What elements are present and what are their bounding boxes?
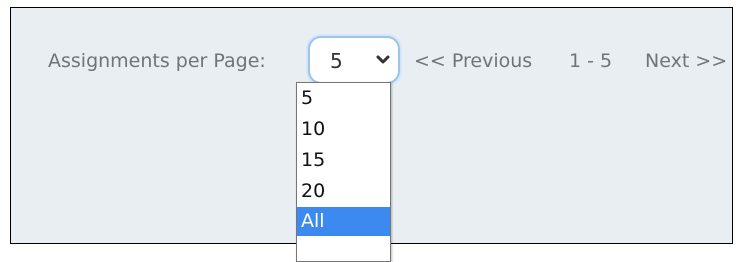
page-range: 1 - 5 [569, 50, 613, 72]
per-page-select-value: 5 [330, 49, 343, 73]
per-page-select[interactable]: 5 [308, 36, 400, 84]
option-all[interactable]: All [297, 207, 390, 236]
per-page-label: Assignments per Page: [48, 50, 266, 72]
chevron-down-icon [376, 55, 390, 64]
option-5[interactable]: 5 [297, 83, 390, 114]
option-15[interactable]: 15 [297, 145, 390, 176]
previous-link[interactable]: << Previous [414, 49, 532, 73]
per-page-options-list: 5 10 15 20 All [296, 82, 391, 262]
option-20[interactable]: 20 [297, 176, 390, 207]
option-10[interactable]: 10 [297, 114, 390, 145]
next-link[interactable]: Next >> [645, 49, 727, 73]
